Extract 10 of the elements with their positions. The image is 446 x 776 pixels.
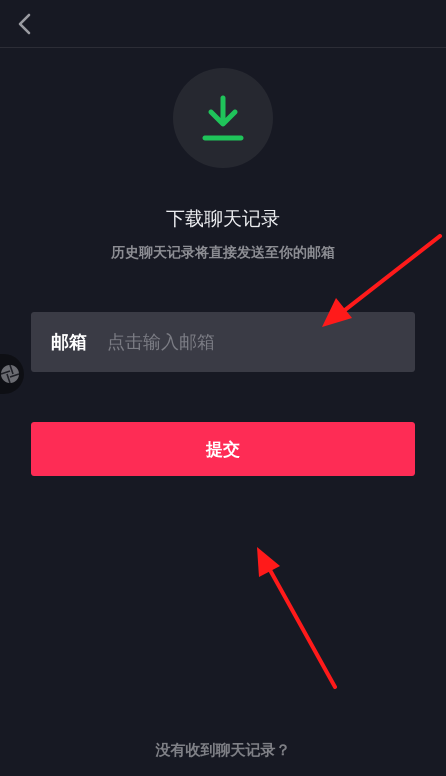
page-title: 下载聊天记录 <box>166 207 280 232</box>
submit-button[interactable]: 提交 <box>31 422 415 476</box>
download-icon <box>202 95 244 141</box>
back-icon[interactable] <box>17 12 31 34</box>
email-field[interactable]: 邮箱 点击输入邮箱 <box>31 312 415 372</box>
footer-link[interactable]: 没有收到聊天记录？ <box>156 741 290 760</box>
shutter-icon <box>0 364 20 384</box>
email-label: 邮箱 <box>51 331 87 354</box>
page-subtitle: 历史聊天记录将直接发送至你的邮箱 <box>111 244 335 262</box>
email-input[interactable]: 点击输入邮箱 <box>105 330 415 354</box>
